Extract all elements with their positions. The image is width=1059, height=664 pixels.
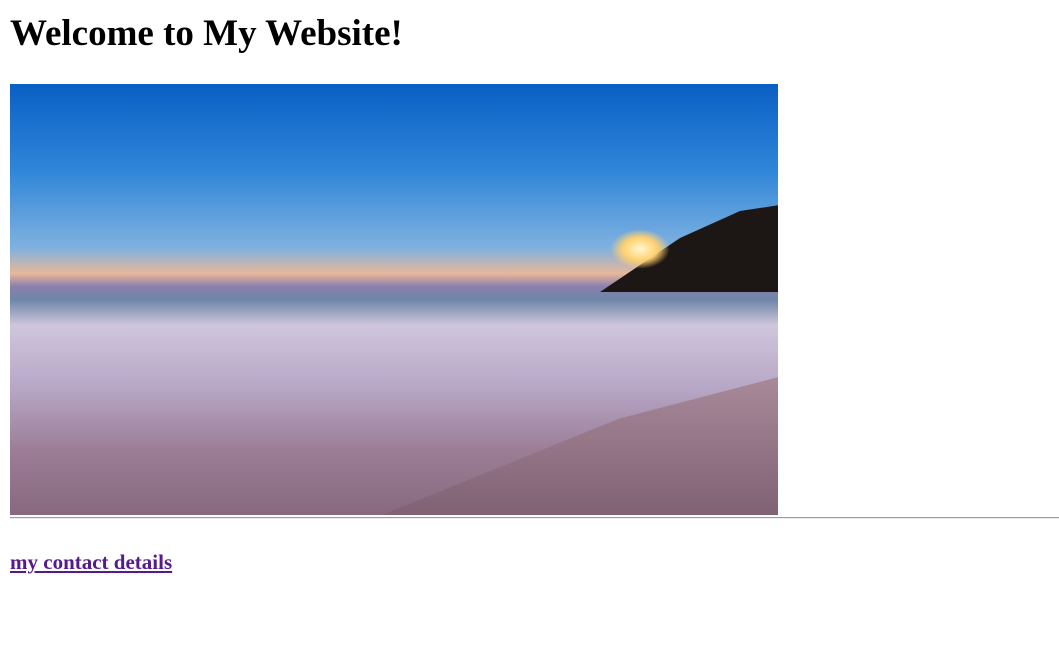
contact-details-link[interactable]: my contact details: [10, 550, 172, 575]
page-title: Welcome to My Website!: [10, 13, 403, 54]
sand: [360, 374, 778, 515]
sun: [610, 229, 670, 269]
beach-sunset-image: [10, 84, 778, 515]
divider: [10, 517, 1059, 519]
